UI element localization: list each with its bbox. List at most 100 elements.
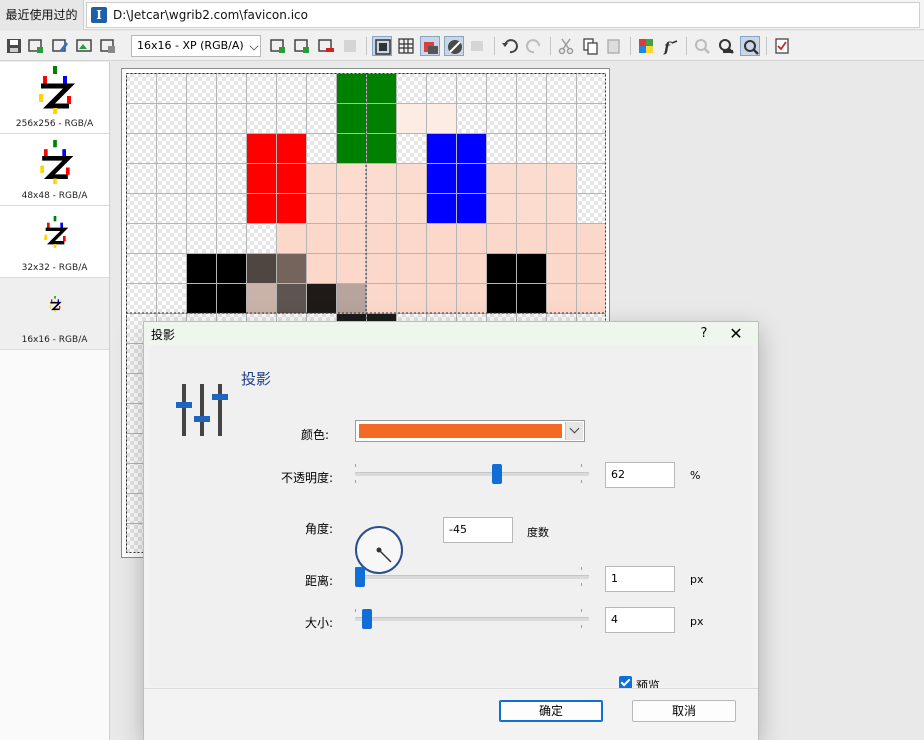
pixel-dark [306,283,336,313]
format-label: 48x48 - RGB/A [21,191,88,201]
slider-tick [581,625,582,628]
format-item[interactable]: 256x256 - RGB/A [0,62,109,134]
distance-label: 距离: [304,574,333,588]
slider-tick [581,583,582,586]
delete-format-icon[interactable] [316,36,336,56]
distance-unit: px [690,573,704,586]
recent-files-label: 最近使用过的 [5,8,78,22]
slider-tick [355,480,356,483]
zoom-out-icon[interactable] [716,36,736,56]
svg-text:f: f [663,40,673,55]
dialog-footer: 确定 取消 [144,688,758,740]
slider-track [355,617,589,621]
fill-icon[interactable] [420,36,440,56]
favicon-thumbnail-48 [39,140,73,184]
pixel-red [246,133,306,223]
top-bar: 最近使用过的 I D:\Jetcar\wgrib2.com\favicon.ic… [0,0,924,30]
format-label: 256x256 - RGB/A [15,119,94,129]
format-select[interactable]: 16x16 - XP (RGB/A) [131,35,261,57]
zoom-in-icon[interactable] [740,36,760,56]
dialog-title: 投影 [151,328,176,342]
distance-input[interactable]: 1 [605,566,675,592]
slider-tick [581,480,582,483]
dialog-heading: 投影 [241,370,272,388]
paste-icon[interactable] [604,36,624,56]
add-format-icon[interactable] [268,36,288,56]
size-input[interactable]: 4 [605,607,675,633]
cut-icon[interactable] [556,36,576,56]
favicon-thumbnail-256 [38,66,75,114]
grid-icon[interactable] [396,36,416,56]
format-list-panel: 256x256 - RGB/A 48x48 - RGB/A 32x32 - RG… [0,62,110,740]
slider-tick [355,609,356,612]
dialog-body: 投影 颜色: 不透明度: 62 % 角度: -45 度数 距离: 1 px 大小… [149,346,753,693]
toolbar-divider [630,37,631,55]
opacity-label: 不透明度: [280,471,333,485]
slider-thumb[interactable] [362,609,372,629]
chevron-down-icon[interactable] [565,422,583,440]
pixel-dark [276,283,306,313]
sliders-icon [176,384,228,436]
export-image-icon[interactable] [98,36,118,56]
toolbar-divider [366,37,367,55]
toolbar-divider [494,37,495,55]
add-format2-icon[interactable] [292,36,312,56]
slider-thumb[interactable] [492,464,502,484]
brush-icon[interactable] [444,36,464,56]
format-label: 32x32 - RGB/A [21,263,88,273]
color-palette-icon[interactable] [636,36,656,56]
new-image-icon[interactable] [26,36,46,56]
copy-icon[interactable] [580,36,600,56]
format-item[interactable]: 32x32 - RGB/A [0,206,109,278]
save-icon[interactable] [4,36,24,56]
slider-track [355,575,589,579]
opacity-input[interactable]: 62 [605,462,675,488]
chevron-down-icon [249,41,259,51]
pixel-dark [276,253,306,283]
drop-shadow-dialog: 投影 ? ✕ 投影 颜色: 不透明度: 62 % 角度: -45 度数 距离: … [143,321,759,740]
ok-button[interactable]: 确定 [499,700,603,722]
file-path-text: D:\Jetcar\wgrib2.com\favicon.ico [113,8,308,22]
favicon-thumbnail-32 [43,216,68,248]
recent-files-button[interactable]: 最近使用过的 [0,0,84,30]
view-single-icon[interactable] [372,36,392,56]
pixel-mid [336,283,366,313]
fx-icon[interactable]: f [660,36,680,56]
color-swatch [359,424,562,438]
slider-thumb[interactable] [355,567,365,587]
format-item-selected[interactable]: 16x16 - RGB/A [0,278,109,350]
checklist-icon[interactable] [772,36,792,56]
slider-tick [355,464,356,467]
color-picker[interactable] [355,420,585,442]
cancel-button[interactable]: 取消 [632,700,736,722]
format-label: 16x16 - RGB/A [21,335,88,345]
format-item[interactable]: 48x48 - RGB/A [0,134,109,206]
angle-unit: 度数 [527,526,549,539]
toolbar-divider [766,37,767,55]
slider-tick [581,567,582,570]
slider-track [355,472,589,476]
zoom-disabled-icon [692,36,712,56]
toolbar-divider [686,37,687,55]
toolbar: 16x16 - XP (RGB/A) f [0,31,924,61]
edit-icon[interactable] [50,36,70,56]
angle-input[interactable]: -45 [443,517,513,543]
dial-needle-icon [376,547,392,563]
redo-icon[interactable] [524,36,544,56]
format-select-value: 16x16 - XP (RGB/A) [137,39,244,52]
import-image-icon[interactable] [74,36,94,56]
file-path-field[interactable]: I D:\Jetcar\wgrib2.com\favicon.ico [86,2,920,28]
help-button[interactable]: ? [694,324,714,344]
angle-label: 角度: [304,522,333,536]
pixel-mid [246,283,276,313]
dialog-titlebar[interactable]: 投影 ? ✕ [144,322,758,346]
opacity-unit: % [690,469,701,482]
app-icon: I [91,7,107,23]
toolbar-divider [550,37,551,55]
close-button[interactable]: ✕ [724,324,748,344]
favicon-thumbnail-16 [49,296,62,312]
pixel-black [486,253,546,313]
undo-icon[interactable] [500,36,520,56]
pixel-dark [246,253,276,283]
disabled-icon [340,36,360,56]
